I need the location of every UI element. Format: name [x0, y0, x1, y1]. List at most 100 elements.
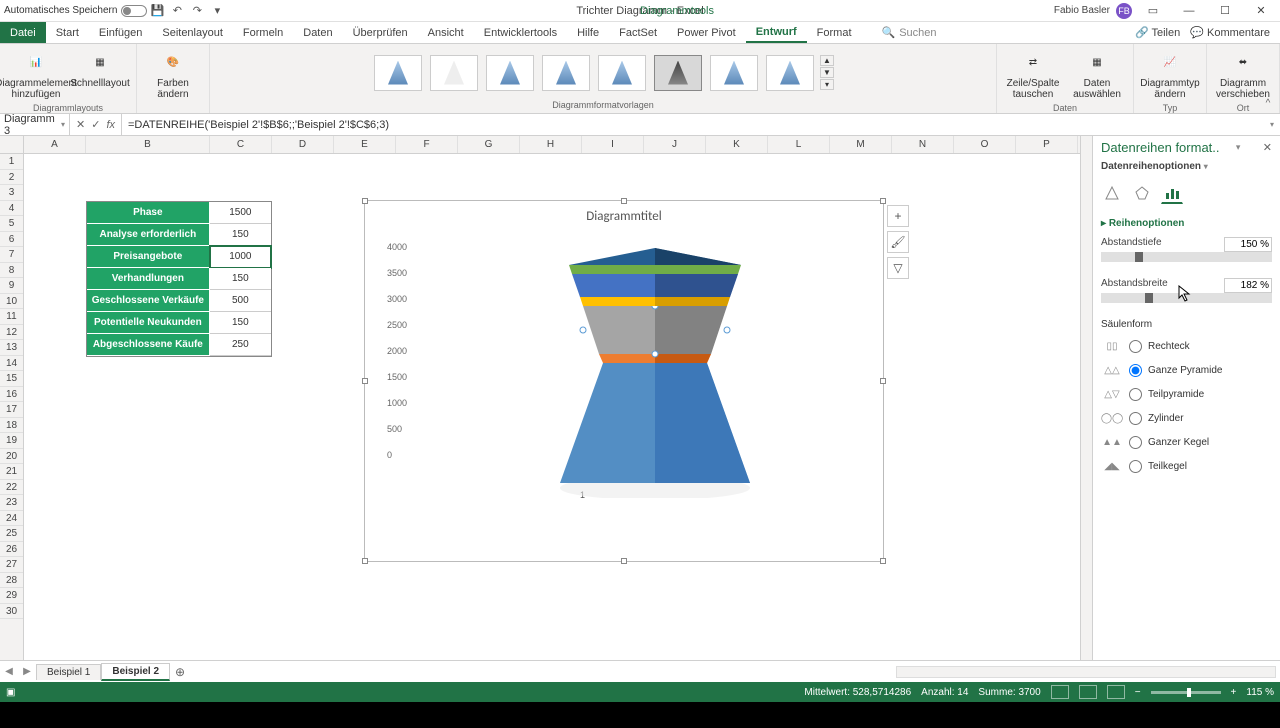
pane-tab-effects[interactable] [1131, 182, 1153, 204]
cell-c3[interactable]: 1500 [210, 202, 271, 224]
tab-format[interactable]: Format [807, 22, 862, 43]
cell-b9[interactable]: Abgeschlossene Käufe [87, 334, 210, 356]
pane-subtitle[interactable]: Datenreihenoptionen [1101, 161, 1201, 172]
chart-style-2[interactable] [430, 55, 478, 91]
tab-pagelayout[interactable]: Seitenlayout [152, 22, 233, 43]
add-sheet-button[interactable]: ⊕ [170, 665, 190, 679]
undo-icon[interactable]: ↶ [169, 3, 185, 19]
gap-depth-slider[interactable] [1101, 252, 1272, 262]
horizontal-scrollbar[interactable] [896, 666, 1276, 678]
maximize-button[interactable]: ☐ [1210, 2, 1240, 20]
col-b[interactable]: B [86, 136, 210, 153]
chart-style-4[interactable] [542, 55, 590, 91]
gap-width-input[interactable] [1224, 278, 1272, 293]
redo-icon[interactable]: ↷ [189, 3, 205, 19]
shape-partial-cone[interactable]: ◢◣Teilkegel [1101, 454, 1272, 478]
chart-filter-button[interactable]: ▽ [887, 257, 909, 279]
col-h[interactable]: H [520, 136, 582, 153]
cell-c4[interactable]: 150 [210, 224, 271, 246]
col-m[interactable]: M [830, 136, 892, 153]
expand-formula-icon[interactable]: ▾ [1264, 120, 1280, 129]
sheet-tab-1[interactable]: Beispiel 1 [36, 664, 101, 680]
row-1[interactable]: 1 [0, 154, 23, 170]
col-p[interactable]: P [1016, 136, 1078, 153]
cell-b6[interactable]: Verhandlungen [87, 268, 210, 290]
chart-object[interactable]: Diagrammtitel 4000 3500 3000 2500 2000 1… [364, 200, 884, 562]
tab-data[interactable]: Daten [293, 22, 342, 43]
col-c[interactable]: C [210, 136, 272, 153]
move-chart-button[interactable]: ⬌ Diagramm verschieben [1213, 46, 1273, 102]
chart-style-6[interactable] [654, 55, 702, 91]
select-data-button[interactable]: ▦ Daten auswählen [1067, 46, 1127, 102]
close-button[interactable]: ✕ [1246, 2, 1276, 20]
record-macro-icon[interactable]: ▣ [6, 687, 15, 698]
tab-insert[interactable]: Einfügen [89, 22, 152, 43]
formula-input[interactable]: =DATENREIHE('Beispiel 2'!$B$6;;'Beispiel… [122, 119, 1264, 131]
share-button[interactable]: 🔗 Teilen [1135, 26, 1180, 39]
shape-cylinder[interactable]: ◯◯Zylinder [1101, 406, 1272, 430]
styles-more[interactable]: ▾ [820, 79, 834, 90]
cell-c8[interactable]: 150 [210, 312, 271, 334]
switch-row-col-button[interactable]: ⇄ Zeile/Spalte tauschen [1003, 46, 1063, 102]
col-k[interactable]: K [706, 136, 768, 153]
gap-depth-input[interactable] [1224, 237, 1272, 252]
enter-formula-icon[interactable]: ✓ [91, 118, 100, 131]
chart-style-1[interactable] [374, 55, 422, 91]
col-o[interactable]: O [954, 136, 1016, 153]
styles-scroll-up[interactable]: ▲ [820, 55, 834, 66]
cancel-formula-icon[interactable]: ✕ [76, 118, 85, 131]
zoom-out-button[interactable]: − [1135, 687, 1141, 698]
change-chart-type-button[interactable]: 📈 Diagrammtyp ändern [1140, 46, 1200, 102]
chart-style-5[interactable] [598, 55, 646, 91]
tab-help[interactable]: Hilfe [567, 22, 609, 43]
shape-full-pyramid[interactable]: △△Ganze Pyramide [1101, 358, 1272, 382]
tab-start[interactable]: Start [46, 22, 89, 43]
col-n[interactable]: N [892, 136, 954, 153]
tab-design[interactable]: Entwurf [746, 22, 807, 43]
col-e[interactable]: E [334, 136, 396, 153]
cell-b3[interactable]: Phase [87, 202, 210, 224]
section-header[interactable]: ▸ Reihenoptionen [1101, 218, 1272, 229]
col-g[interactable]: G [458, 136, 520, 153]
search-box[interactable]: 🔍 Suchen [882, 22, 937, 43]
name-box[interactable]: Diagramm 3 ▾ [0, 114, 70, 135]
cell-b8[interactable]: Potentielle Neukunden [87, 312, 210, 334]
vertical-scrollbar[interactable] [1080, 136, 1092, 660]
cell-b5[interactable]: Preisangebote [87, 246, 210, 268]
shape-full-cone[interactable]: ▲▲Ganzer Kegel [1101, 430, 1272, 454]
fx-icon[interactable]: fx [106, 119, 115, 131]
zoom-level[interactable]: 115 % [1246, 687, 1274, 698]
col-i[interactable]: I [582, 136, 644, 153]
chart-style-8[interactable] [766, 55, 814, 91]
sheet-tab-2[interactable]: Beispiel 2 [101, 663, 170, 681]
pane-tab-fill[interactable] [1101, 182, 1123, 204]
qat-dropdown-icon[interactable]: ▾ [209, 3, 225, 19]
avatar[interactable]: FB [1116, 3, 1132, 19]
sheet-nav-prev[interactable]: ◀ [0, 666, 18, 677]
view-pagelayout-button[interactable] [1079, 685, 1097, 699]
cell-c7[interactable]: 500 [210, 290, 271, 312]
pane-tab-series[interactable] [1161, 182, 1183, 204]
chart-title[interactable]: Diagrammtitel [365, 201, 883, 228]
zoom-in-button[interactable]: + [1231, 687, 1237, 698]
add-chart-element-button[interactable]: 📊 Diagrammelement hinzufügen [6, 46, 66, 102]
tab-review[interactable]: Überprüfen [343, 22, 418, 43]
cell-b7[interactable]: Geschlossene Verkäufe [87, 290, 210, 312]
cell-c6[interactable]: 150 [210, 268, 271, 290]
tab-powerpivot[interactable]: Power Pivot [667, 22, 746, 43]
chart-styles-button[interactable]: 🖌 [887, 231, 909, 253]
zoom-slider[interactable] [1151, 691, 1221, 694]
chart-style-7[interactable] [710, 55, 758, 91]
cell-c5[interactable]: 1000 [210, 246, 271, 268]
tab-file[interactable]: Datei [0, 22, 46, 43]
view-normal-button[interactable] [1051, 685, 1069, 699]
tab-factset[interactable]: FactSet [609, 22, 667, 43]
shape-partial-pyramid[interactable]: △▽Teilpyramide [1101, 382, 1272, 406]
pane-title-dropdown-icon[interactable]: ▾ [1236, 142, 1241, 153]
select-all-triangle[interactable] [0, 136, 24, 153]
chart-plot-area[interactable]: 4000 3500 3000 2500 2000 1500 1000 500 0… [365, 228, 883, 538]
tab-developer[interactable]: Entwicklertools [474, 22, 567, 43]
pane-close-button[interactable]: ✕ [1263, 141, 1272, 154]
quick-layout-button[interactable]: ▦ Schnelllayout [70, 46, 130, 91]
col-d[interactable]: D [272, 136, 334, 153]
